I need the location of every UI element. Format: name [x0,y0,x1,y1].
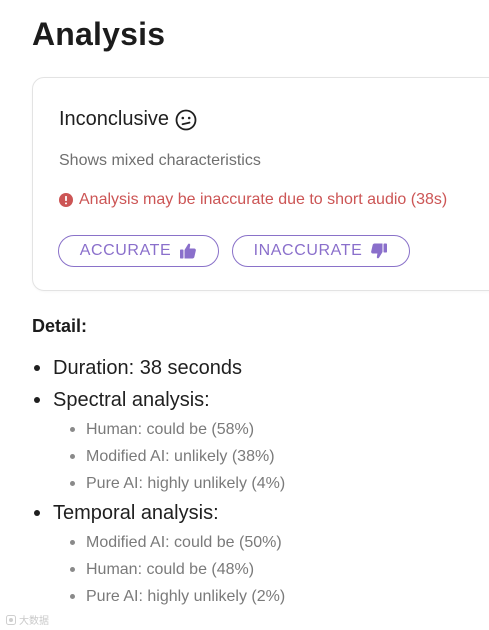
verdict-row: Inconclusive [59,108,197,131]
verdict-summary: Shows mixed characteristics [59,152,261,169]
spectral-sub-list: Human: could be (58%) Modified AI: unlik… [69,416,285,497]
accurate-button-label: ACCURATE [79,242,172,259]
confused-face-icon [175,109,197,131]
verdict-label: Inconclusive [59,108,170,130]
watermark: 大数据 [6,612,49,627]
accurate-button[interactable]: ACCURATE [58,235,219,267]
list-item: Modified AI: unlikely (38%) [69,443,285,470]
page-title: Analysis [32,16,166,52]
temporal-label: Temporal analysis: [53,502,219,524]
watermark-text: 大数据 [19,616,49,627]
result-card: Inconclusive Shows mixed characteristics [32,77,489,291]
warning-text: Analysis may be inaccurate due to short … [79,191,448,208]
inaccurate-button[interactable]: INACCURATE [232,235,410,267]
alert-circle-icon [59,193,73,207]
list-item: Human: could be (58%) [69,416,285,443]
list-item: Modified AI: could be (50%) [69,529,285,556]
short-audio-warning: Analysis may be inaccurate due to short … [59,191,447,209]
list-item: Pure AI: highly unlikely (2%) [69,583,285,610]
inaccurate-button-label: INACCURATE [253,242,363,259]
list-item: Human: could be (48%) [69,556,285,583]
detail-temporal: Temporal analysis: Modified AI: could be… [32,497,285,610]
list-item: Pure AI: highly unlikely (4%) [69,470,285,497]
thumbs-up-icon [179,242,197,260]
watermark-logo-icon [6,614,16,625]
thumbs-down-icon [370,242,388,260]
detail-list: Duration: 38 seconds Spectral analysis: … [32,352,285,610]
detail-heading: Detail: [32,316,88,336]
detail-spectral: Spectral analysis: Human: could be (58%)… [32,384,285,497]
detail-duration: Duration: 38 seconds [32,352,285,384]
spectral-label: Spectral analysis: [53,389,210,411]
temporal-sub-list: Modified AI: could be (50%) Human: could… [69,529,285,610]
page: Analysis Inconclusive Shows mixed charac… [0,0,489,630]
